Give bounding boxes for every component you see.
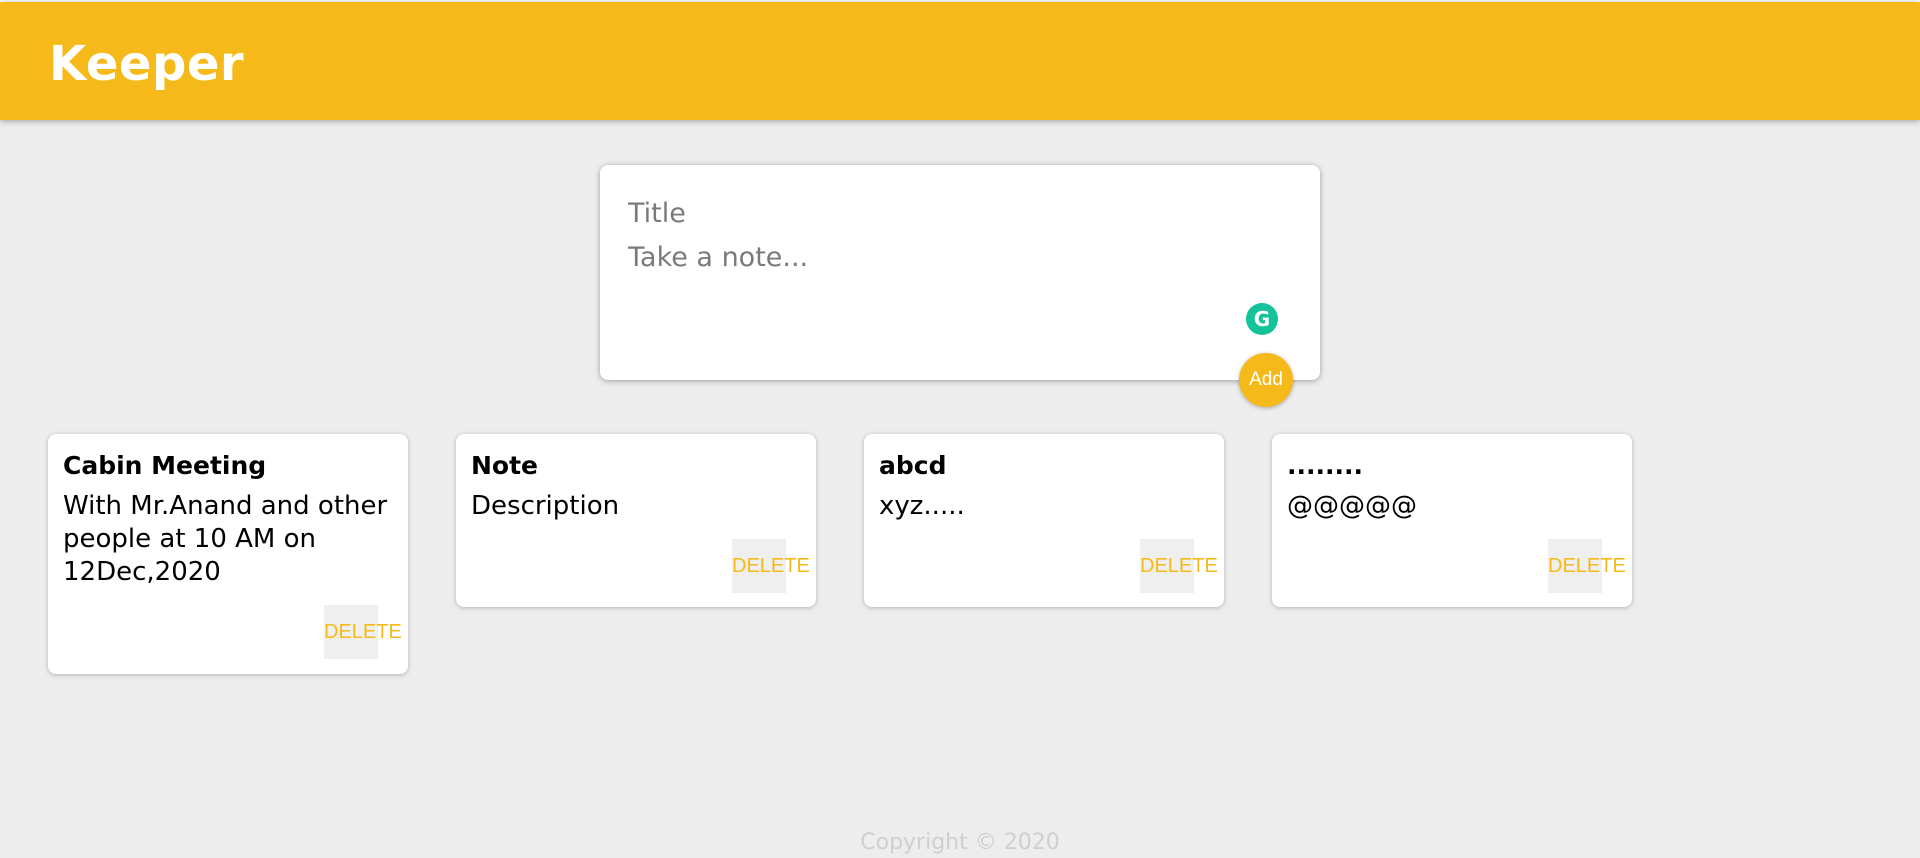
- note-card: Cabin Meeting With Mr.Anand and other pe…: [48, 434, 408, 674]
- grammarly-icon[interactable]: G: [1246, 303, 1278, 335]
- note-title: abcd: [879, 451, 947, 480]
- note-title: ........: [1287, 451, 1363, 480]
- note-content: Description: [471, 491, 620, 521]
- note-title: Cabin Meeting: [63, 451, 267, 480]
- note-card: Note Description DELETE: [456, 434, 816, 607]
- note-card: abcd xyz..... DELETE: [864, 434, 1224, 607]
- note-content: xyz.....: [879, 491, 965, 521]
- create-note-form: G: [600, 165, 1320, 380]
- delete-note-button[interactable]: DELETE: [324, 605, 402, 659]
- note-content: With Mr.Anand and other people at 10 AM …: [63, 491, 388, 587]
- delete-note-button[interactable]: DELETE: [732, 539, 810, 593]
- note-title-input[interactable]: [628, 195, 1248, 231]
- footer-copyright: Copyright © 2020: [860, 830, 1060, 855]
- app-title: Keeper: [49, 36, 245, 92]
- app-header: Keeper: [0, 2, 1920, 120]
- note-content: @@@@@: [1287, 491, 1417, 521]
- note-content-textarea[interactable]: [628, 242, 1248, 322]
- note-card: ........ @@@@@ DELETE: [1272, 434, 1632, 607]
- delete-note-button[interactable]: DELETE: [1548, 539, 1626, 593]
- note-title: Note: [471, 451, 539, 480]
- delete-note-button[interactable]: DELETE: [1140, 539, 1218, 593]
- add-note-button[interactable]: Add: [1239, 353, 1293, 407]
